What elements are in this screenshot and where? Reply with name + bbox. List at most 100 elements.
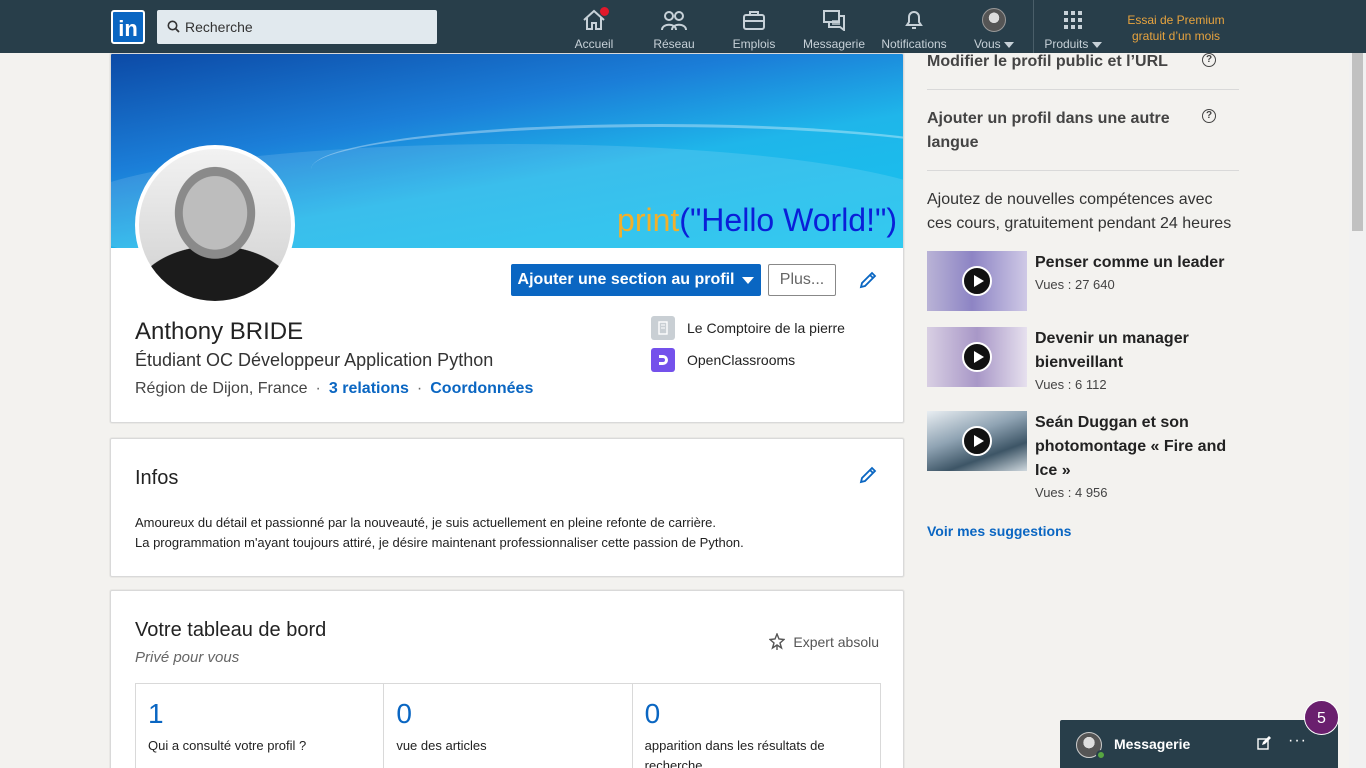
grid-icon — [1064, 11, 1082, 29]
course-item[interactable]: Devenir un manager bienveillant Vues : 6… — [927, 327, 1239, 392]
edit-public-profile-link[interactable]: Modifier le profil public et l’URL — [927, 50, 1168, 74]
nav-label: Messagerie — [802, 37, 866, 51]
stat-profile-views[interactable]: 1 Qui a consulté votre profil ? — [136, 684, 385, 768]
course-thumbnail — [927, 251, 1027, 311]
profile-meta: Région de Dijon, France · 3 relations · Coor… — [135, 380, 533, 398]
course-item[interactable]: Seán Duggan et son photomontage « Fire a… — [927, 411, 1239, 500]
play-icon — [962, 426, 992, 456]
education-item[interactable]: OpenClassrooms — [651, 348, 795, 372]
experience-label: Le Comptoire de la pierre — [687, 320, 845, 336]
help-icon[interactable]: ? — [1202, 53, 1216, 67]
stat-description: vue des articles — [396, 738, 487, 753]
premium-trial-link[interactable]: Essai de Premium gratuit d’un mois — [1118, 12, 1234, 44]
profile-card: print("Hello World!") Ajouter une sectio… — [110, 53, 904, 423]
nav-products[interactable]: Produits — [1038, 8, 1108, 51]
messages-icon — [823, 10, 845, 31]
expert-label: Expert absolu — [793, 634, 879, 650]
compose-icon — [1257, 736, 1271, 750]
profile-photo-image — [139, 149, 291, 301]
search-input[interactable] — [185, 10, 425, 44]
profile-photo[interactable] — [135, 145, 295, 305]
pencil-icon — [859, 466, 877, 484]
bell-icon — [905, 10, 923, 29]
online-status-dot — [1096, 750, 1106, 760]
message-count-badge[interactable]: 5 — [1304, 700, 1339, 735]
profile-name: Anthony BRIDE — [135, 318, 304, 345]
messaging-label: Messagerie — [1114, 736, 1191, 752]
edit-about-button[interactable] — [856, 463, 880, 487]
compose-message-button[interactable] — [1256, 735, 1272, 756]
experience-item[interactable]: Le Comptoire de la pierre — [651, 316, 845, 340]
course-views: Vues : 27 640 — [1035, 277, 1115, 292]
dashboard-subtitle: Privé pour vous — [135, 649, 240, 666]
nav-network[interactable]: Réseau — [648, 8, 700, 51]
stat-number: 0 — [644, 698, 661, 729]
profile-location: Région de Dijon, France — [135, 380, 308, 397]
help-icon[interactable]: ? — [1202, 109, 1216, 123]
add-language-profile-link[interactable]: Ajouter un profil dans une autre langue — [927, 107, 1187, 155]
course-title: Penser comme un leader — [1035, 254, 1225, 271]
course-thumbnail — [927, 327, 1027, 387]
separator-dot: · — [315, 380, 321, 397]
nav-home[interactable]: Accueil — [568, 6, 620, 51]
nav-label: Accueil — [574, 37, 614, 51]
course-item[interactable]: Penser comme un leader Vues : 27 640 — [927, 251, 1239, 311]
rail-divider — [927, 89, 1239, 90]
nav-jobs[interactable]: Emplois — [728, 8, 780, 51]
add-profile-section-button[interactable]: Ajouter une section au profil — [511, 264, 761, 296]
chevron-down-icon — [1004, 42, 1015, 48]
nav-notifications[interactable]: Notifications — [876, 8, 952, 51]
stat-search-appearances[interactable]: 0 apparition dans les résultats de recher… — [633, 684, 880, 768]
see-suggestions-link[interactable]: Voir mes suggestions — [927, 523, 1071, 539]
scrollbar-thumb[interactable] — [1352, 53, 1363, 231]
course-title: Devenir un manager bienveillant — [1035, 330, 1189, 371]
experience-label: OpenClassrooms — [687, 352, 796, 368]
banner-code-text: print("Hello World!") — [617, 202, 897, 239]
button-label: Ajouter une section au profil — [517, 271, 735, 288]
rail-divider — [927, 170, 1239, 171]
stat-number: 1 — [148, 698, 164, 729]
profile-headline: Étudiant OC Développeur Application Pyth… — [135, 350, 494, 370]
play-icon — [962, 342, 992, 372]
nav-label: Vous — [973, 37, 1001, 51]
course-views: Vues : 4 956 — [1035, 485, 1108, 500]
course-views: Vues : 6 112 — [1035, 377, 1107, 392]
nav-label: Emplois — [732, 37, 776, 51]
about-line: La programmation m'ayant toujours attiré… — [135, 535, 744, 550]
more-options-icon[interactable]: ··· — [1288, 732, 1307, 750]
stat-number: 0 — [396, 698, 412, 729]
nav-divider — [1033, 0, 1034, 53]
expert-level[interactable]: Expert absolu — [769, 633, 879, 651]
stat-description: apparition dans les résultats de recherc… — [644, 738, 825, 768]
relations-link[interactable]: 3 relations — [329, 380, 409, 397]
stat-description: Qui a consulté votre profil ? — [148, 738, 307, 753]
about-card: Infos Amoureux du détail et passionné pa… — [110, 438, 904, 577]
contact-info-link[interactable]: Coordonnées — [430, 380, 533, 397]
avatar — [982, 8, 1006, 32]
pencil-icon — [859, 271, 877, 289]
course-thumbnail — [927, 411, 1027, 471]
more-button[interactable]: Plus... — [768, 264, 836, 296]
stat-article-views[interactable]: 0 vue des articles — [384, 684, 633, 768]
nav-label-products: Produits — [1038, 37, 1108, 51]
messaging-overlay[interactable]: Messagerie ··· — [1060, 720, 1338, 768]
page-scrollbar[interactable] — [1349, 53, 1366, 768]
nav-messaging[interactable]: Messagerie — [800, 8, 868, 51]
nav-me[interactable]: Vous — [966, 8, 1022, 51]
edit-intro-button[interactable] — [856, 268, 880, 292]
banner-string: ("Hello World!") — [679, 202, 897, 238]
courses-intro: Ajoutez de nouvelles compétences avec ce… — [927, 191, 1232, 232]
dashboard-stats: 1 Qui a consulté votre profil ? 0 vue des … — [135, 683, 881, 768]
nav-label: Notifications — [881, 37, 947, 51]
about-title: Infos — [135, 467, 179, 489]
play-icon — [962, 266, 992, 296]
briefcase-icon — [743, 11, 765, 30]
search-box[interactable] — [157, 10, 437, 44]
course-title: Seán Duggan et son photomontage « Fire a… — [1035, 414, 1227, 479]
notification-dot — [599, 6, 610, 17]
network-icon — [661, 11, 687, 31]
linkedin-logo[interactable]: in — [111, 10, 145, 44]
about-text: Amoureux du détail et passionné par la n… — [135, 513, 744, 553]
caret-down-icon — [742, 276, 755, 284]
nav-label: Réseau — [653, 37, 695, 51]
